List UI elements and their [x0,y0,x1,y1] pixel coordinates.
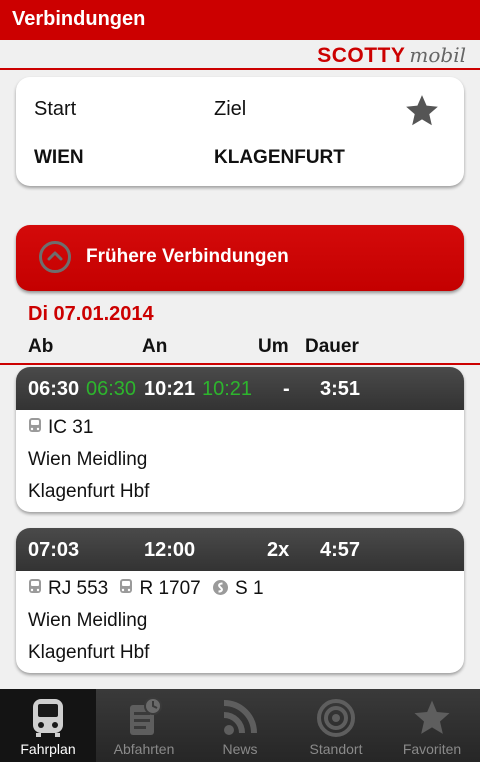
nav-label: Abfahrten [113,741,175,757]
title-bar: Verbindungen [0,0,480,40]
s-bahn-icon [213,580,229,595]
departure-time: 07:03 [28,539,80,561]
earlier-connections-label: Frühere Verbindungen [86,246,289,267]
route-card[interactable]: Start Ziel WIEN KLAGENFURT [16,77,464,186]
duration: 4:57 [320,539,361,561]
departure-realtime: 06:30 [86,378,137,400]
train-item: R 1707 [119,578,201,600]
train-name: IC 31 [48,417,94,438]
chevron-up-circle-icon [39,241,71,273]
favorite-star-button[interactable] [403,92,441,130]
bottom-navigation: Fahrplan Abfahrten News Standort Favorit… [0,689,480,762]
nav-abfahrten[interactable]: Abfahrten [96,689,192,762]
train-name: S 1 [235,578,264,599]
train-item: S 1 [212,578,264,600]
connection-header: 06:30 06:30 10:21 10:21 - 3:51 [16,367,464,410]
from-station: Wien Meidling [28,610,148,631]
start-value[interactable]: WIEN [34,147,84,169]
to-station: Klagenfurt Hbf [28,642,150,663]
connection-card[interactable]: 07:03 12:00 2x 4:57 RJ 553 R 1707 S 1 Wi… [16,528,464,673]
brand-name-part1: SCOTTY [317,44,406,67]
divider [0,363,480,365]
nav-news[interactable]: News [192,689,288,762]
nav-label: Favoriten [402,741,462,757]
nav-label: Standort [309,741,363,757]
departure-time: 06:30 [28,378,80,400]
from-station: Wien Meidling [28,449,148,470]
nav-fahrplan[interactable]: Fahrplan [0,689,96,762]
start-label: Start [34,98,77,120]
brand-bar: SCOTTY mobil [0,40,480,70]
train-item: IC 31 [28,417,93,439]
column-um: Um [258,336,289,357]
brand-name-part2: mobil [409,43,466,67]
column-dauer: Dauer [305,336,359,357]
connection-header: 07:03 12:00 2x 4:57 [16,528,464,571]
star-icon [406,95,438,126]
column-an: An [142,336,168,357]
train-item: RJ 553 [28,578,108,600]
nav-label: News [222,741,258,757]
star-icon [414,700,450,734]
ziel-label: Ziel [214,98,247,120]
nav-favoriten[interactable]: Favoriten [384,689,480,762]
arrival-time: 12:00 [144,539,196,561]
column-ab: Ab [28,336,54,357]
location-target-icon [317,699,355,737]
train-name: RJ 553 [48,578,109,599]
ziel-value[interactable]: KLAGENFURT [214,147,345,169]
departures-icon [130,697,162,735]
changes-count: - [283,378,290,400]
duration: 3:51 [320,378,361,400]
page-title: Verbindungen [12,8,146,30]
train-icon [29,579,41,593]
train-list: IC 31 [28,417,99,439]
nav-standort[interactable]: Standort [288,689,384,762]
date-label: Di 07.01.2014 [28,303,154,325]
connection-card[interactable]: 06:30 06:30 10:21 10:21 - 3:51 IC 31 Wie… [16,367,464,512]
nav-label: Fahrplan [20,741,76,757]
brand-logo: SCOTTY mobil [317,43,466,68]
train-list: RJ 553 R 1707 S 1 [28,578,270,600]
train-icon [29,418,41,432]
rss-icon [223,700,257,735]
changes-count: 2x [267,539,290,561]
train-name: R 1707 [139,578,201,599]
earlier-connections-button[interactable]: Frühere Verbindungen [16,225,464,291]
arrival-realtime: 10:21 [202,378,253,400]
arrival-time: 10:21 [144,378,196,400]
train-icon [33,699,63,737]
to-station: Klagenfurt Hbf [28,481,150,502]
train-icon [120,579,133,593]
